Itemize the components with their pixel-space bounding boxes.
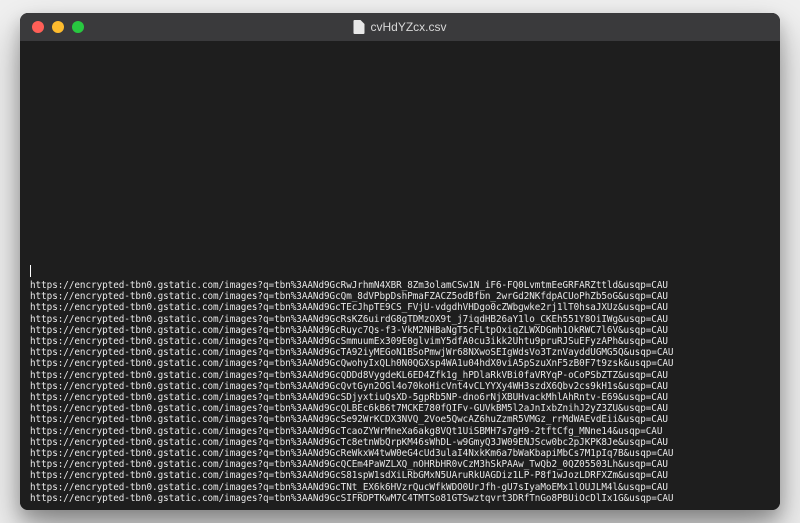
text-line: https://encrypted-tbn0.gstatic.com/image…	[30, 280, 770, 291]
text-line: https://encrypted-tbn0.gstatic.com/image…	[30, 459, 770, 470]
text-line: https://encrypted-tbn0.gstatic.com/image…	[30, 358, 770, 369]
minimize-button[interactable]	[52, 21, 64, 33]
maximize-button[interactable]	[72, 21, 84, 33]
filename-label: cvHdYZcx.csv	[370, 20, 446, 34]
text-line: https://encrypted-tbn0.gstatic.com/image…	[30, 336, 770, 347]
text-line: https://encrypted-tbn0.gstatic.com/image…	[30, 482, 770, 493]
cursor-line	[30, 265, 770, 278]
text-line: https://encrypted-tbn0.gstatic.com/image…	[30, 403, 770, 414]
text-line: https://encrypted-tbn0.gstatic.com/image…	[30, 437, 770, 448]
text-line: https://encrypted-tbn0.gstatic.com/image…	[30, 370, 770, 381]
text-line: https://encrypted-tbn0.gstatic.com/image…	[30, 470, 770, 481]
editor-window: cvHdYZcx.csv https://encrypted-tbn0.gsta…	[20, 13, 780, 510]
text-line: https://encrypted-tbn0.gstatic.com/image…	[30, 302, 770, 313]
file-icon	[353, 20, 364, 34]
text-line: https://encrypted-tbn0.gstatic.com/image…	[30, 448, 770, 459]
traffic-lights	[20, 21, 84, 33]
text-line: https://encrypted-tbn0.gstatic.com/image…	[30, 493, 770, 504]
text-line: https://encrypted-tbn0.gstatic.com/image…	[30, 426, 770, 437]
close-button[interactable]	[32, 21, 44, 33]
text-line: https://encrypted-tbn0.gstatic.com/image…	[30, 325, 770, 336]
text-line: https://encrypted-tbn0.gstatic.com/image…	[30, 347, 770, 358]
titlebar[interactable]: cvHdYZcx.csv	[20, 13, 780, 41]
title-area: cvHdYZcx.csv	[353, 20, 446, 34]
text-block: https://encrypted-tbn0.gstatic.com/image…	[30, 280, 770, 504]
text-line: https://encrypted-tbn0.gstatic.com/image…	[30, 381, 770, 392]
text-line: https://encrypted-tbn0.gstatic.com/image…	[30, 291, 770, 302]
empty-area	[30, 47, 770, 265]
text-line: https://encrypted-tbn0.gstatic.com/image…	[30, 414, 770, 425]
editor-content[interactable]: https://encrypted-tbn0.gstatic.com/image…	[20, 41, 780, 510]
text-line: https://encrypted-tbn0.gstatic.com/image…	[30, 314, 770, 325]
text-cursor	[30, 265, 31, 277]
text-line: https://encrypted-tbn0.gstatic.com/image…	[30, 392, 770, 403]
